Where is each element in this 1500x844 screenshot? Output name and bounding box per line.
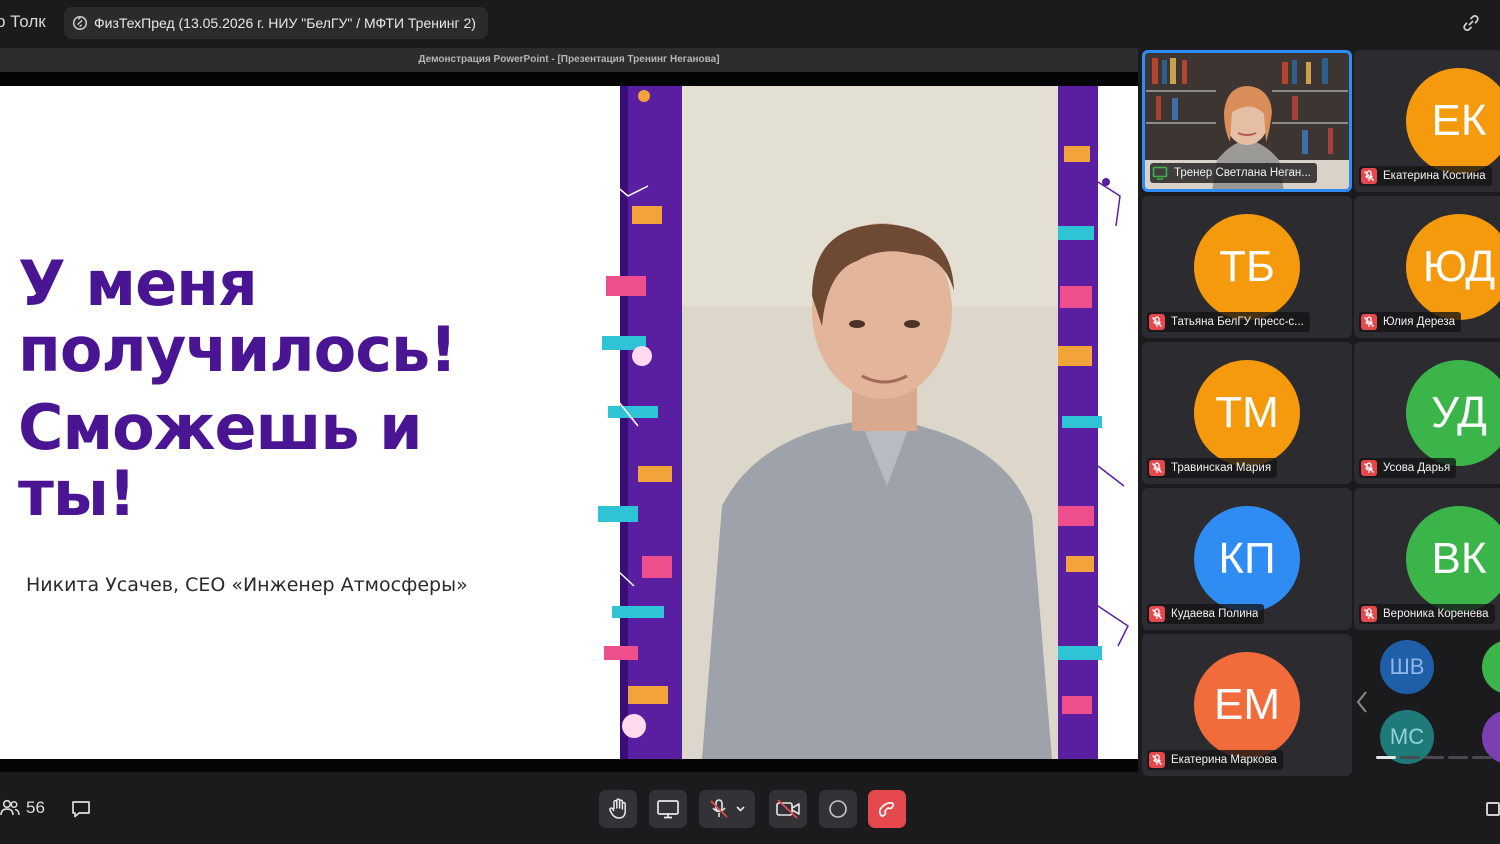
avatar: ЕК (1406, 68, 1500, 174)
participant-name: Кудаева Полина (1171, 608, 1259, 620)
camera-off-icon (776, 799, 800, 819)
screen-share-area: Демонстрация PowerPoint - [Презентация Т… (0, 48, 1138, 772)
participant-name: Вероника Коренева (1383, 608, 1489, 620)
participant-name: Усова Дарья (1383, 462, 1451, 474)
screen-share-button[interactable] (649, 790, 687, 828)
people-icon (0, 799, 20, 816)
raise-hand-button[interactable] (599, 790, 637, 828)
top-bar: р Толк ФизТехПред (13.05.2026 г. НИУ "Бе… (0, 0, 1500, 46)
participant-name-tag: Татьяна БелГУ пресс-с... (1147, 312, 1310, 332)
more-participants-tile[interactable]: ШВ МС (1354, 632, 1500, 774)
participant-name: Екатерина Костина (1383, 170, 1486, 182)
camera-button[interactable] (769, 790, 807, 828)
avatar: ВК (1406, 506, 1500, 612)
microphone-button[interactable] (699, 790, 755, 828)
avatar: ТБ (1194, 214, 1300, 320)
mic-off-icon (1149, 314, 1165, 330)
chevron-left-icon[interactable] (1354, 688, 1370, 716)
participant-name-tag: Вероника Коренева (1359, 604, 1495, 624)
chat-icon[interactable] (70, 798, 92, 820)
mic-off-icon (1149, 606, 1165, 622)
slide-illustration-right (1058, 86, 1129, 759)
participant-name-tag: Тренер Светлана Неган... (1150, 163, 1317, 183)
participant-name-tag: Кудаева Полина (1147, 604, 1265, 624)
participant-tile[interactable]: КП Кудаева Полина (1142, 488, 1352, 630)
participant-tile[interactable]: ВК Вероника Коренева (1354, 488, 1500, 630)
avatar: ЮД (1406, 214, 1500, 320)
slide-headline: У меня получилось! Сможешь и ты! (18, 251, 457, 527)
record-button[interactable] (819, 790, 857, 828)
page-dot[interactable] (1400, 756, 1420, 759)
participant-name: Юлия Дереза (1383, 316, 1456, 328)
participant-name: Тренер Светлана Неган... (1174, 167, 1311, 179)
presentation-slide: У меня получилось! Сможешь и ты! Никита … (0, 86, 1138, 759)
record-icon (829, 800, 847, 818)
shared-window-title: Демонстрация PowerPoint - [Презентация Т… (0, 48, 1138, 72)
mic-off-icon (1149, 460, 1165, 476)
headline-line-3: Сможешь и (18, 391, 423, 464)
participant-tile[interactable]: ТБ Татьяна БелГУ пресс-с... (1142, 196, 1352, 338)
mic-off-icon (1361, 168, 1377, 184)
speaker-person-icon (682, 86, 1058, 759)
mini-avatar: ШВ (1380, 640, 1434, 694)
meeting-title: ФизТехПред (13.05.2026 г. НИУ "БелГУ" / … (94, 15, 476, 31)
participant-name: Травинская Мария (1171, 462, 1272, 474)
participant-tile[interactable]: ЕК Екатерина Костина (1354, 50, 1500, 192)
mic-off-icon (1361, 606, 1377, 622)
screen-sharing-icon (1152, 166, 1168, 180)
participants-grid: Тренер Светлана Неган... ЕК Екатерина Ко… (1140, 48, 1500, 776)
participant-tile[interactable]: ЮД Юлия Дереза (1354, 196, 1500, 338)
meeting-link-icon (72, 15, 88, 31)
avatar: ТМ (1194, 360, 1300, 466)
participant-tile[interactable]: ТМ Травинская Мария (1142, 342, 1352, 484)
participant-name: Екатерина Маркова (1171, 754, 1277, 766)
headline-line-1: У меня (18, 247, 258, 320)
participant-name-tag: Юлия Дереза (1359, 312, 1462, 332)
avatar: КП (1194, 506, 1300, 612)
participants-count: 56 (26, 798, 45, 817)
participant-name-tag: Усова Дарья (1359, 458, 1457, 478)
fullscreen-icon[interactable] (1486, 802, 1500, 816)
app-name: р Толк (0, 12, 46, 31)
headline-line-2: получилось! (18, 313, 457, 386)
hang-up-icon (878, 801, 895, 817)
meeting-title-chip[interactable]: ФизТехПред (13.05.2026 г. НИУ "БелГУ" / … (64, 7, 488, 39)
speaker-video (682, 86, 1058, 759)
mic-off-icon (710, 799, 745, 818)
participant-name: Татьяна БелГУ пресс-с... (1171, 316, 1304, 328)
mic-off-icon (1361, 460, 1377, 476)
participant-name-tag: Екатерина Костина (1359, 166, 1492, 186)
headline-line-4: ты! (18, 457, 136, 530)
page-dot[interactable] (1472, 756, 1492, 759)
bottom-toolbar: 56 (0, 776, 1500, 844)
raise-hand-icon (609, 798, 626, 819)
mini-avatar-partial (1482, 640, 1500, 694)
page-dot[interactable] (1424, 756, 1444, 759)
participant-tile[interactable]: УД Усова Дарья (1354, 342, 1500, 484)
participants-button[interactable]: 56 (0, 798, 45, 818)
mic-off-icon (1149, 752, 1165, 768)
pagination-dots[interactable] (1376, 756, 1492, 759)
page-dot[interactable] (1448, 756, 1468, 759)
participant-tile[interactable]: ЕМ Екатерина Маркова (1142, 634, 1352, 776)
participant-name-tag: Екатерина Маркова (1147, 750, 1283, 770)
participant-tile-host[interactable]: Тренер Светлана Неган... (1142, 50, 1352, 192)
slide-author: Никита Усачев, CEO «Инженер Атмосферы» (26, 574, 468, 596)
avatar: ЕМ (1194, 652, 1300, 758)
leave-call-button[interactable] (868, 790, 906, 828)
page-dot[interactable] (1376, 756, 1396, 759)
screen-share-icon (657, 800, 679, 819)
participant-name-tag: Травинская Мария (1147, 458, 1278, 478)
mic-off-icon (1361, 314, 1377, 330)
avatar: УД (1406, 360, 1500, 466)
slide-illustration-left (598, 86, 682, 759)
copy-link-icon[interactable] (1460, 12, 1482, 34)
